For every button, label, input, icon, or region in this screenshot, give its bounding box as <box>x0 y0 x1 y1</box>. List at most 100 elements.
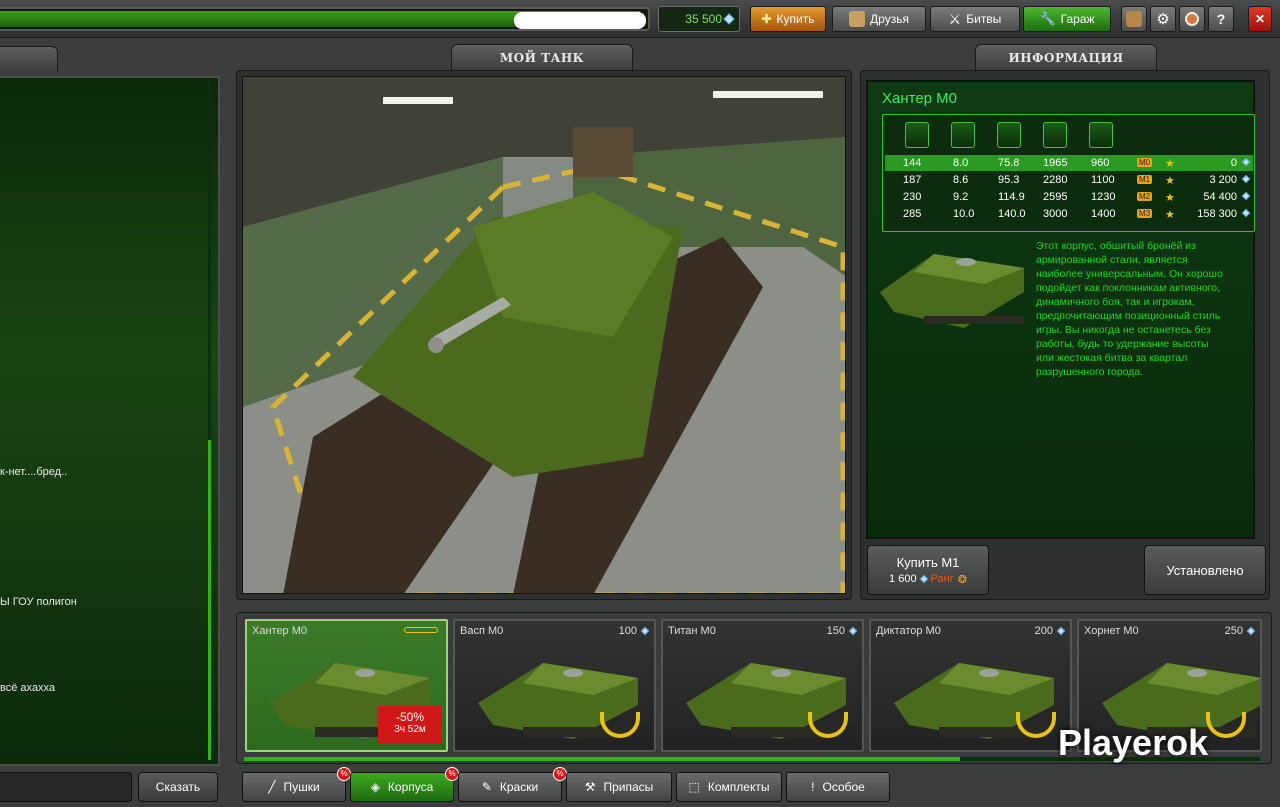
stat-power: 960 <box>1091 157 1110 169</box>
item-card-price-value: 250 <box>1224 625 1243 637</box>
buy-upgrade-label: Купить М1 <box>896 554 960 570</box>
item-card-price: 200 <box>1034 625 1066 637</box>
stat-power: 1100 <box>1091 174 1115 186</box>
friends-icon <box>849 11 866 27</box>
weight-icon <box>1043 122 1067 148</box>
say-button[interactable]: Сказать <box>138 772 218 802</box>
item-description: Этот корпус, обшитый бронёй из армирован… <box>1036 240 1223 378</box>
crystal-icon <box>1241 174 1251 184</box>
item-card[interactable]: Васп М0 100 <box>453 619 656 752</box>
armor-icon <box>905 122 929 148</box>
category-tab[interactable]: ╱ Пушки% <box>242 767 351 802</box>
chat-tab[interactable] <box>0 46 58 72</box>
chat-scrollbar-thumb[interactable] <box>208 440 211 760</box>
plus-icon: ✚ <box>761 12 772 26</box>
stat-price: 158 300 <box>1197 208 1237 220</box>
crystal-icon <box>1241 208 1251 218</box>
battles-button[interactable]: ⚔ Битвы <box>930 6 1020 32</box>
category-tab-label: Особое <box>822 780 865 794</box>
sale-badge: -50% 3ч 52м <box>378 706 442 744</box>
stats-row: 230 9.2 114.9 2595 1230 M2 ★ 54 400 <box>885 189 1253 205</box>
rank-label: Ранг <box>930 573 954 585</box>
rank-insignia-icon: ★ <box>1165 209 1175 221</box>
power-icon <box>1089 122 1113 148</box>
installed-button[interactable]: Установлено <box>1144 545 1266 595</box>
category-tab-label: Припасы <box>603 780 654 794</box>
rank-insignia-icon: ★ <box>1165 158 1175 170</box>
tab-my-tank-label: МОЙ ТАНК <box>499 50 585 65</box>
category-tab[interactable]: ✎ Краски% <box>458 767 567 802</box>
chat-input[interactable] <box>0 772 132 802</box>
stat-speed: 10.0 <box>953 208 975 220</box>
rank-insignia-icon: ★ <box>1165 175 1175 187</box>
stat-price: 0 <box>1230 157 1237 169</box>
help-button[interactable]: ? <box>1208 6 1234 32</box>
gun-icon: ╱ <box>268 780 276 794</box>
sale-percent-icon: % <box>445 767 459 781</box>
garage-button[interactable]: 🔧 Гараж <box>1023 6 1111 32</box>
modification-badge: M1 <box>1137 175 1153 184</box>
item-card[interactable]: Хантер М0 -50% 3ч 52м <box>245 619 448 752</box>
stat-speed: 8.6 <box>953 174 969 186</box>
buy-upgrade-price: 1 600 Ранг ❂ <box>889 573 967 586</box>
item-title: Хантер М0 <box>882 90 958 107</box>
category-tab[interactable]: ! Особое <box>786 772 890 802</box>
category-tab[interactable]: ⬚ Комплекты <box>676 772 782 802</box>
sound-button[interactable] <box>1179 6 1205 32</box>
rank-insignia-icon: ★ <box>1165 192 1175 204</box>
help-icon: ? <box>1216 11 1226 27</box>
item-card-name: Хорнет М0 <box>1084 625 1139 637</box>
category-tab-label: Комплекты <box>707 780 770 794</box>
crystal-icon <box>1241 191 1251 201</box>
garage-view[interactable] <box>242 76 846 594</box>
item-card-price: 250 <box>1224 625 1256 637</box>
settings-button[interactable]: ⚙ <box>1150 6 1176 32</box>
player-name-redacted <box>514 12 646 29</box>
sale-percent-icon: % <box>553 767 567 781</box>
close-icon: ✕ <box>1254 12 1266 26</box>
category-tab[interactable]: ⚒ Припасы <box>566 772 672 802</box>
stats-row: 187 8.6 95.3 2280 1100 M1 ★ 3 200 <box>885 172 1253 188</box>
stat-armor: 144 <box>903 157 922 169</box>
crystal-icon <box>640 626 650 636</box>
item-card-price: 150 <box>827 625 858 637</box>
speed-icon <box>951 122 975 148</box>
rank-insignia-icon: ❂ <box>957 573 967 586</box>
stat-armor: 230 <box>903 191 922 203</box>
item-card[interactable]: Титан М0 150 <box>661 619 864 752</box>
tab-my-tank[interactable]: МОЙ ТАНК <box>451 44 633 70</box>
carousel-scroll-thumb[interactable] <box>244 757 960 761</box>
buy-crystals-button[interactable]: ✚ Купить <box>750 6 826 32</box>
clan-button[interactable] <box>1121 6 1147 32</box>
stat-turn: 140.0 <box>998 208 1026 220</box>
stat-weight: 1965 <box>1043 157 1068 169</box>
stat-price: 3 200 <box>1209 174 1237 186</box>
stat-weight: 2280 <box>1043 174 1068 186</box>
tab-info-label: ИНФОРМАЦИЯ <box>1008 50 1124 65</box>
friends-button[interactable]: Друзья <box>832 6 926 32</box>
stat-speed: 9.2 <box>953 191 969 203</box>
installed-label: Установлено <box>1166 562 1244 578</box>
upgrade-stats-table: 144 8.0 75.8 1965 960 M0 ★ 0 187 8.6 95.3 2280 1100 M… <box>882 114 1255 232</box>
category-tab[interactable]: ◈ Корпуса% <box>350 767 459 802</box>
item-card-price-value: 200 <box>1034 625 1053 637</box>
stat-weight: 2595 <box>1043 191 1068 203</box>
tab-info[interactable]: ИНФОРМАЦИЯ <box>975 44 1157 70</box>
stat-armor: 187 <box>903 174 922 186</box>
stat-power: 1230 <box>1091 191 1116 203</box>
buy-upgrade-button[interactable]: Купить М1 1 600 Ранг ❂ <box>867 545 989 595</box>
chat-message: всё ахахха <box>0 682 55 694</box>
clan-icon <box>1126 11 1142 27</box>
close-button[interactable]: ✕ <box>1248 6 1272 32</box>
crossed-swords-icon: ⚔ <box>948 10 962 27</box>
paint-icon: ✎ <box>481 780 492 794</box>
buy-price-value: 1 600 <box>889 573 917 585</box>
stat-turn: 75.8 <box>998 157 1020 169</box>
modification-badge: M3 <box>1137 209 1153 218</box>
garage-label: Гараж <box>1060 12 1095 26</box>
item-card-name: Хантер М0 <box>252 625 308 637</box>
crystals-value: 35 500 <box>685 12 722 26</box>
item-card[interactable]: Диктатор М0 200 <box>869 619 1072 752</box>
kits-icon: ⬚ <box>688 780 700 794</box>
crystal-icon <box>848 626 858 636</box>
